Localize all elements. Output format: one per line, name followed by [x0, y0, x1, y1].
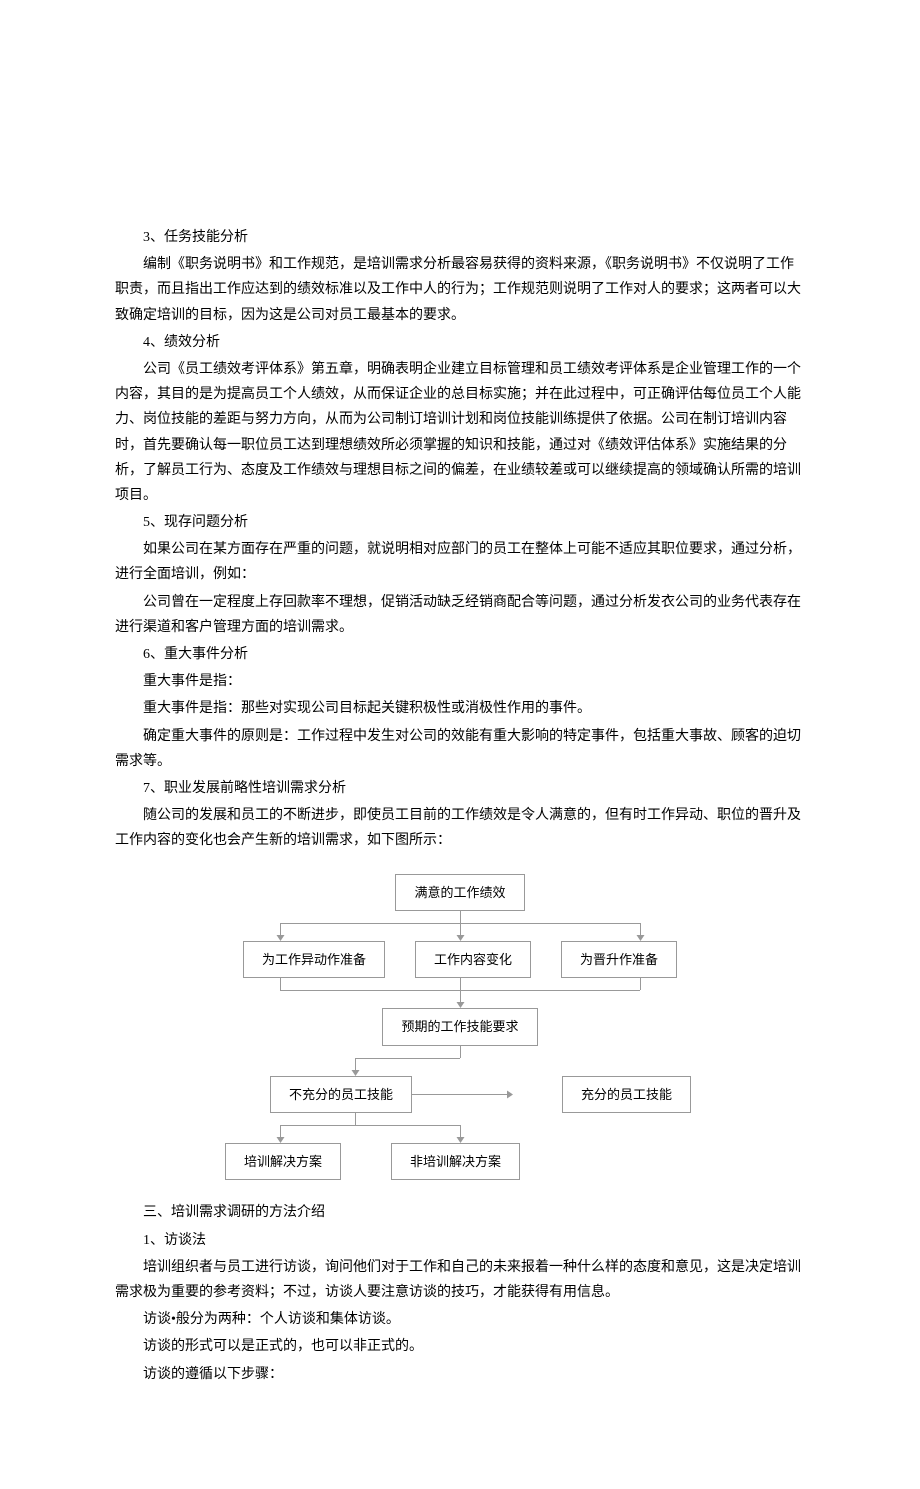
diagram-box-content-change: 工作内容变化	[415, 941, 531, 978]
diagram-box-sufficient-skills: 充分的员工技能	[562, 1076, 691, 1113]
method-1-title: 1、访谈法	[115, 1228, 805, 1253]
diagram-connector	[210, 1113, 710, 1143]
section-4-title: 4、绩效分析	[115, 330, 805, 355]
method-1-para-2: 访谈•般分为两种：个人访谈和集体访谈。	[115, 1307, 805, 1332]
section-6-title: 6、重大事件分析	[115, 642, 805, 667]
diagram-box-prepare-transfer: 为工作异动作准备	[243, 941, 385, 978]
section-6-para-1: 重大事件是指：	[115, 669, 805, 694]
section-3-title: 3、任务技能分析	[115, 225, 805, 250]
section-5-title: 5、现存问题分析	[115, 510, 805, 535]
diagram-box-insufficient-skills: 不充分的员工技能	[270, 1076, 412, 1113]
section-three-title: 三、培训需求调研的方法介绍	[115, 1200, 805, 1225]
section-5-para-2: 公司曾在一定程度上存回款率不理想，促销活动缺乏经销商配合等问题，通过分析发衣公司…	[115, 590, 805, 640]
diagram-connector	[210, 1046, 710, 1076]
diagram-box-prepare-promotion: 为晋升作准备	[561, 941, 677, 978]
section-4-para-1: 公司《员工绩效考评体系》第五章，明确表明企业建立目标管理和员工绩效考评体系是企业…	[115, 357, 805, 508]
section-6-para-2: 重大事件是指：那些对实现公司目标起关键积极性或消极性作用的事件。	[115, 696, 805, 721]
diagram-box-training-solution: 培训解决方案	[225, 1143, 341, 1180]
section-7-para-1: 随公司的发展和员工的不断进步，即使员工目前的工作绩效是令人满意的，但有时工作异动…	[115, 803, 805, 853]
section-3-para-1: 编制《职务说明书》和工作规范，是培训需求分析最容易获得的资料来源，《职务说明书》…	[115, 252, 805, 328]
diagram-connector	[210, 978, 710, 1008]
flowchart-diagram: 满意的工作绩效 为工作异动作准备 工作内容变化 为晋升作准备 预期的工作技能要求…	[210, 874, 710, 1181]
section-5-para-1: 如果公司在某方面存在严重的问题，就说明相对应部门的员工在整体上可能不适应其职位要…	[115, 537, 805, 587]
method-1-para-3: 访谈的形式可以是正式的，也可以非正式的。	[115, 1334, 805, 1359]
diagram-arrow-right	[467, 1094, 507, 1095]
method-1-para-4: 访谈的遵循以下步骤：	[115, 1362, 805, 1387]
diagram-connector	[210, 911, 710, 941]
diagram-box-nontraining-solution: 非培训解决方案	[391, 1143, 520, 1180]
diagram-box-top: 满意的工作绩效	[395, 874, 524, 911]
section-7-title: 7、职业发展前略性培训需求分析	[115, 776, 805, 801]
method-1-para-1: 培训组织者与员工进行访谈，询问他们对于工作和自己的未来报着一种什么样的态度和意见…	[115, 1255, 805, 1305]
diagram-box-expected-skills: 预期的工作技能要求	[382, 1008, 537, 1045]
section-6-para-3: 确定重大事件的原则是：工作过程中发生对公司的效能有重大影响的特定事件，包括重大事…	[115, 724, 805, 774]
